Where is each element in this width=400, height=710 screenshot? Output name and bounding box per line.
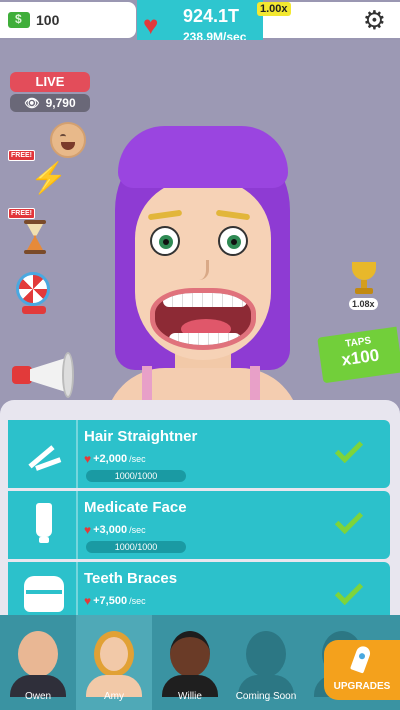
owen-avatar: [18, 631, 58, 677]
character-slot-amy[interactable]: Amy: [76, 615, 152, 710]
character-open-mouth[interactable]: [150, 288, 256, 350]
rocket-icon: [349, 644, 373, 674]
character-slot-willie[interactable]: Willie: [152, 615, 228, 710]
amy-avatar: [94, 631, 134, 677]
upgrades-panel: Hair Straightner ♥ +2,000 /sec 1000/1000…: [0, 400, 400, 615]
income-multiplier-badge[interactable]: 1.00x: [257, 2, 291, 16]
braces-icon: [24, 576, 64, 612]
trophy-multiplier: 1.08x: [349, 298, 378, 310]
upgrade-card-teeth-braces[interactable]: Teeth Braces ♥ +7,500 /sec: [8, 562, 390, 615]
character-slot-coming-soon[interactable]: Coming Soon: [228, 615, 304, 710]
upgrades-button[interactable]: UPGRADES: [324, 640, 400, 700]
eye-icon: 👁: [24, 96, 40, 110]
prize-wheel-icon[interactable]: [16, 272, 50, 306]
love-total: 924.1T: [183, 6, 240, 26]
upgrades-button-label: UPGRADES: [333, 681, 391, 692]
cash-counter: 100: [0, 2, 136, 38]
lightning-bolt-icon[interactable]: ⚡: [30, 164, 67, 194]
upgrade-progress: 1000/1000: [86, 541, 186, 553]
viewer-count-value: 9,790: [45, 96, 76, 110]
right-eye: [218, 226, 248, 256]
heart-icon: ♥: [84, 452, 92, 466]
upgrade-title: Teeth Braces: [84, 570, 178, 587]
settings-gear-icon[interactable]: ⚙: [363, 7, 386, 33]
prize-wheel-stand: [22, 306, 46, 314]
hourglass-icon[interactable]: [24, 220, 46, 254]
cash-value: 100: [36, 12, 60, 28]
character-bangs: [118, 126, 288, 188]
taps-boost-button[interactable]: TAPS x100: [317, 326, 400, 384]
upgrade-progress: 1000/1000: [86, 470, 186, 482]
character-slot-owen[interactable]: Owen: [0, 615, 76, 710]
upgrade-rate: ♥ +7,500 /sec: [84, 594, 146, 608]
heart-icon: ♥: [143, 10, 159, 40]
character-name: Owen: [24, 691, 52, 702]
laughing-emoji-button[interactable]: [50, 122, 86, 158]
left-eye: [150, 226, 180, 256]
character-name: Amy: [104, 691, 124, 702]
hair-straightener-icon: [26, 436, 62, 472]
heart-icon: ♥: [84, 594, 92, 608]
upgrade-card-medicate-face[interactable]: Medicate Face ♥ +3,000 /sec 1000/1000: [8, 491, 390, 559]
upgrade-card-hair-straightner[interactable]: Hair Straightner ♥ +2,000 /sec 1000/1000: [8, 420, 390, 488]
character-name: Willie: [178, 691, 202, 702]
checkmark-icon: [334, 576, 364, 606]
megaphone-icon[interactable]: [12, 352, 74, 398]
cash-icon: [8, 12, 30, 28]
character-name: Coming Soon: [235, 691, 297, 702]
free-tag-speed: FREE!: [8, 150, 35, 161]
upgrade-title: Medicate Face: [84, 499, 187, 516]
free-tag-time: FREE!: [8, 208, 35, 219]
top-bar: 100 ♥ 924.1T 238.9M/sec 1.00x ⚙: [0, 0, 400, 52]
trophy-icon[interactable]: [350, 262, 378, 296]
upper-teeth: [163, 293, 247, 307]
upgrade-rate: ♥ +2,000 /sec: [84, 452, 146, 466]
checkmark-icon: [334, 434, 364, 464]
locked-avatar: [246, 631, 286, 677]
lower-teeth: [169, 333, 241, 345]
stream-scene[interactable]: LIVE 👁 9,790 FREE! ⚡ FREE! 1.08x TAPS x1…: [0, 40, 400, 410]
upgrade-title: Hair Straightner: [84, 428, 198, 445]
face-cream-icon: [36, 503, 52, 543]
willie-avatar: [170, 631, 210, 677]
live-badge: LIVE: [10, 72, 90, 92]
upgrade-rate: ♥ +3,000 /sec: [84, 523, 146, 537]
heart-icon: ♥: [84, 523, 92, 537]
viewer-count: 👁 9,790: [10, 94, 90, 112]
checkmark-icon: [334, 505, 364, 535]
